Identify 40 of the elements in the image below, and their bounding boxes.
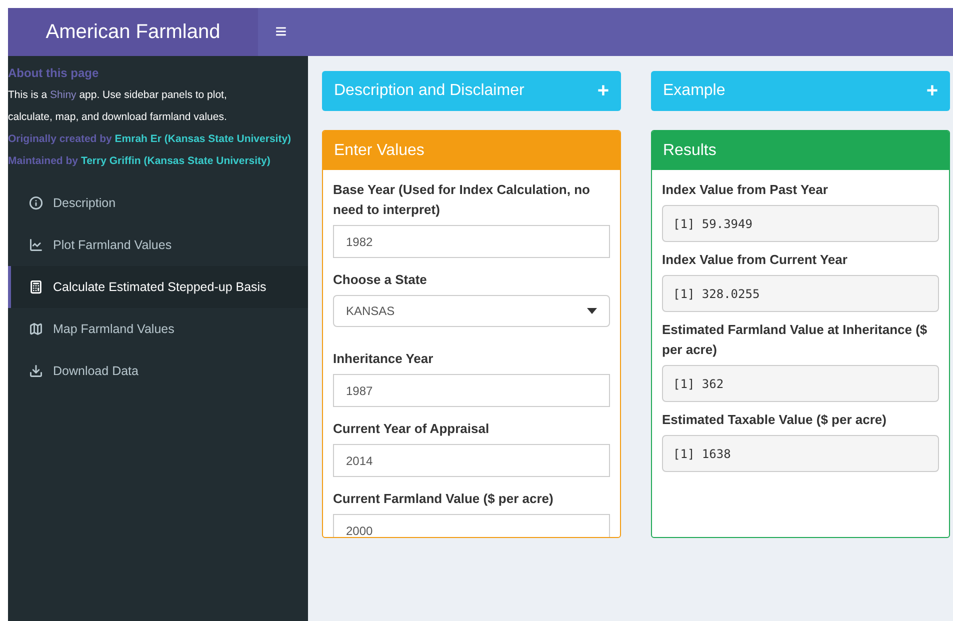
field-label: Estimated Farmland Value at Inheritance ($ per acre) (662, 321, 928, 359)
output-field: [1] 1638 (662, 435, 939, 472)
calculator-icon (29, 280, 43, 294)
app-title: American Farmland (8, 8, 258, 56)
input-field[interactable]: 1982 (333, 225, 610, 258)
line-chart-icon (29, 238, 43, 252)
sidebar-item[interactable]: Map Farmland Values (8, 308, 308, 350)
download-icon (29, 364, 43, 378)
input-field[interactable]: 1987 (333, 374, 610, 407)
info-icon (29, 196, 43, 210)
field-label: Current Farmland Value ($ per acre) (333, 490, 554, 508)
box-header: Enter Values (323, 131, 620, 170)
about-title: About this page (8, 65, 100, 82)
sidebar-item[interactable]: Download Data (8, 350, 308, 392)
input-field[interactable]: 2000 (333, 514, 610, 537)
sidebar-item[interactable]: Plot Farmland Values (8, 224, 308, 266)
intro-text: This is a Shiny app. Use sidebar panels to plot, calculate, map, and download farmland values. (8, 88, 228, 125)
field-label: Choose a State (333, 271, 428, 289)
field-label: Inheritance Year (333, 350, 434, 368)
box-title: Example (663, 81, 726, 101)
field-label: Estimated Taxable Value ($ per acre) (662, 411, 888, 429)
output-field: [1] 362 (662, 365, 939, 402)
field-label: Base Year (Used for Index Calculation, no need to interpret) (333, 181, 591, 219)
credit-line: Maintained by Terry Griffin (Kansas State University) (8, 154, 272, 169)
sidebar-item[interactable]: Calculate Estimated Stepped-up Basis (8, 266, 308, 308)
credit-line: Originally created by Emrah Er (Kansas State University) (8, 132, 292, 147)
state-dropdown[interactable]: KANSAS (333, 295, 610, 327)
field-label: Current Year of Appraisal (333, 420, 490, 438)
field-label: Index Value from Current Year (662, 251, 848, 269)
output-field: [1] 328.0255 (662, 275, 939, 312)
menu-button[interactable]: ≡ (270, 17, 292, 47)
box-title: Description and Disclaimer (334, 81, 524, 101)
sidebar-item[interactable]: Description (8, 182, 308, 224)
input-field[interactable]: 2014 (333, 444, 610, 477)
field-label: Index Value from Past Year (662, 181, 829, 199)
caret-icon (587, 308, 597, 314)
shiny-link[interactable]: Shiny (50, 89, 76, 101)
box-header: Results (652, 131, 949, 170)
output-field: [1] 59.3949 (662, 205, 939, 242)
map-icon (29, 322, 43, 336)
